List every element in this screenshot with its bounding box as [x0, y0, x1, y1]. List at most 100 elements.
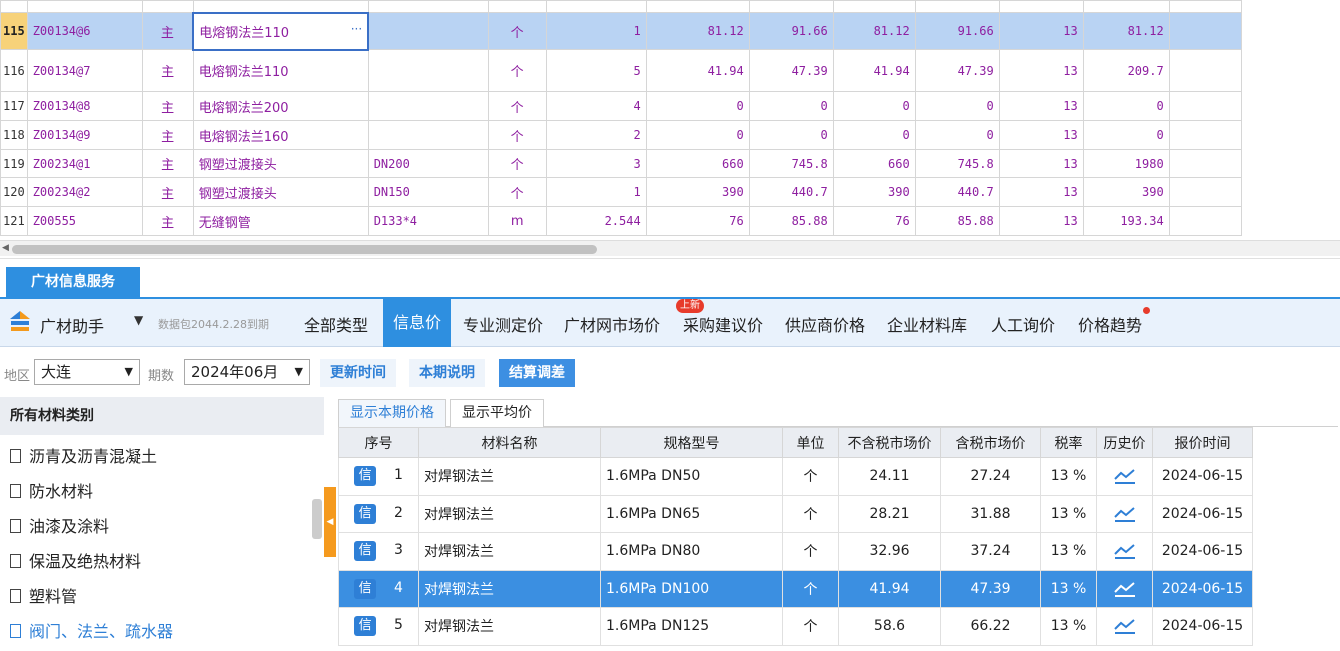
price-inc-tax-cell[interactable]: 31.88 [940, 494, 1041, 533]
trend-chart-icon[interactable] [1113, 617, 1137, 635]
quantity-cell[interactable]: 1 [545, 177, 647, 207]
trend-chart-icon[interactable] [1113, 467, 1137, 485]
quote-date-cell[interactable]: 2024-06-15 [1152, 569, 1253, 608]
material-name-cell[interactable]: 对焊钢法兰 [418, 457, 601, 496]
code-cell[interactable]: Z00555 [26, 206, 143, 236]
main-flag-cell[interactable]: 主 [141, 149, 194, 178]
main-flag-cell[interactable]: 主 [141, 120, 194, 150]
tax-rate-cell[interactable]: 13 % [1040, 532, 1097, 571]
code-cell[interactable]: Z00234@1 [26, 149, 143, 178]
material-name-cell[interactable]: 电熔钢法兰110 ··· [192, 11, 370, 51]
price-inc-tax-cell[interactable]: 27.24 [940, 457, 1041, 496]
unit-cell[interactable]: 个 [782, 494, 839, 533]
main-flag-cell[interactable]: 主 [141, 206, 194, 236]
trend-chart-icon[interactable] [1113, 542, 1137, 560]
unit-cell[interactable]: 个 [487, 149, 547, 178]
tab-purchase-suggestion[interactable]: 采购建议价 [683, 312, 763, 336]
tab-supplier-price[interactable]: 供应商价格 [785, 312, 865, 336]
tab-network-market-price[interactable]: 广材网市场价 [564, 312, 660, 336]
service-tab[interactable]: 广材信息服务 [6, 267, 140, 297]
tab-price-trend[interactable]: 价格趋势 [1078, 312, 1142, 336]
market-ex-tax-cell[interactable]: 0 [832, 120, 916, 150]
price-inc-tax-cell[interactable]: 0 [748, 91, 834, 121]
price-ex-tax-cell[interactable]: 24.11 [838, 457, 941, 496]
price-ex-tax-cell[interactable]: 390 [645, 177, 750, 207]
column-header[interactable]: 序号 [338, 427, 419, 458]
table-row[interactable]: 118 Z00134@9 主 电熔钢法兰160 个 2 0 0 0 0 13 0 [0, 120, 1242, 150]
price-inc-tax-cell[interactable]: 440.7 [748, 177, 834, 207]
market-ex-tax-cell[interactable]: 390 [832, 177, 916, 207]
table-row[interactable]: 121 Z00555 主 无缝钢管 D133*4 m 2.544 76 85.88 76 85.88… [0, 206, 1242, 236]
tax-rate-cell[interactable]: 13 % [1040, 457, 1097, 496]
price-inc-tax-cell[interactable]: 91.66 [748, 12, 834, 50]
column-header[interactable]: 税率 [1040, 427, 1097, 458]
spec-cell[interactable]: D133*4 [367, 206, 489, 236]
column-header[interactable]: 含税市场价 [940, 427, 1041, 458]
category-scrollbar[interactable] [312, 499, 322, 539]
total-cell[interactable]: 0 [1082, 91, 1170, 121]
spec-cell[interactable]: DN150 [367, 177, 489, 207]
total-cell[interactable]: 209.7 [1082, 49, 1170, 92]
chevron-down-icon[interactable]: ▼ [134, 313, 143, 327]
market-inc-tax-cell[interactable]: 440.7 [914, 177, 1000, 207]
quantity-cell[interactable]: 5 [545, 49, 647, 92]
column-header[interactable]: 历史价 [1096, 427, 1153, 458]
tab-manual-inquiry[interactable]: 人工询价 [991, 312, 1055, 336]
price-inc-tax-cell[interactable]: 85.88 [748, 206, 834, 236]
price-ex-tax-cell[interactable]: 81.12 [645, 12, 750, 50]
price-inc-tax-cell[interactable]: 0 [748, 120, 834, 150]
category-item[interactable]: 油漆及涂料 [0, 509, 310, 544]
market-inc-tax-cell[interactable]: 85.88 [914, 206, 1000, 236]
tax-rate-cell[interactable]: 13 [998, 49, 1084, 92]
main-flag-cell[interactable]: 主 [141, 91, 194, 121]
tab-average-price[interactable]: 显示平均价 [450, 399, 544, 427]
market-inc-tax-cell[interactable]: 0 [914, 91, 1000, 121]
price-ex-tax-cell[interactable]: 660 [645, 149, 750, 178]
code-cell[interactable]: Z00234@2 [26, 177, 143, 207]
column-header[interactable]: 材料名称 [418, 427, 601, 458]
unit-cell[interactable]: m [487, 206, 547, 236]
quantity-cell[interactable]: 2.544 [545, 206, 647, 236]
total-cell[interactable]: 0 [1082, 120, 1170, 150]
table-row[interactable] [0, 0, 1242, 13]
unit-cell[interactable]: 个 [487, 12, 547, 50]
spec-cell[interactable]: 1.6MPa DN80 [600, 532, 783, 571]
update-time-button[interactable]: 更新时间 [320, 359, 396, 387]
material-name-cell[interactable]: 电熔钢法兰110 [192, 49, 369, 92]
table-row[interactable]: 120 Z00234@2 主 钢塑过渡接头 DN150 个 1 390 440.7 390 440.… [0, 177, 1242, 207]
table-row[interactable]: 116 Z00134@7 主 电熔钢法兰110 个 5 41.94 47.39 41.94 47.… [0, 49, 1242, 92]
main-flag-cell[interactable]: 主 [141, 49, 194, 92]
price-inc-tax-cell[interactable]: 47.39 [748, 49, 834, 92]
category-item-selected[interactable]: 阀门、法兰、疏水器 [0, 614, 310, 649]
column-header[interactable]: 不含税市场价 [838, 427, 941, 458]
tax-rate-cell[interactable]: 13 [998, 91, 1084, 121]
tax-rate-cell[interactable]: 13 % [1040, 569, 1097, 608]
quantity-cell[interactable]: 2 [545, 120, 647, 150]
unit-cell[interactable]: 个 [487, 120, 547, 150]
scroll-left-icon[interactable]: ◀ [2, 243, 9, 253]
category-item[interactable]: 防水材料 [0, 474, 310, 509]
market-ex-tax-cell[interactable]: 0 [832, 91, 916, 121]
history-price-cell[interactable] [1096, 607, 1153, 646]
tab-professional-price[interactable]: 专业测定价 [463, 312, 543, 336]
price-ex-tax-cell[interactable]: 41.94 [838, 569, 941, 608]
table-row[interactable]: 信 2 对焊钢法兰 1.6MPa DN65 个 28.21 31.88 13 % 2024-0… [338, 494, 1253, 533]
horizontal-scrollbar[interactable]: ◀ [0, 240, 1340, 256]
column-header[interactable]: 报价时间 [1152, 427, 1253, 458]
code-cell[interactable]: Z00134@9 [26, 120, 143, 150]
market-inc-tax-cell[interactable]: 91.66 [914, 12, 1000, 50]
price-ex-tax-cell[interactable]: 41.94 [645, 49, 750, 92]
quote-date-cell[interactable]: 2024-06-15 [1152, 457, 1253, 496]
tax-rate-cell[interactable]: 13 [998, 149, 1084, 178]
table-row-selected[interactable]: 信 4 对焊钢法兰 1.6MPa DN100 个 41.94 47.39 13 % 2024-… [338, 569, 1253, 608]
code-cell[interactable]: Z00134@7 [26, 49, 143, 92]
tax-rate-cell[interactable]: 13 [998, 12, 1084, 50]
spec-cell[interactable] [367, 120, 489, 150]
unit-cell[interactable]: 个 [487, 177, 547, 207]
category-item[interactable]: 保温及绝热材料 [0, 544, 310, 579]
tab-info-price[interactable]: 信息价 [383, 299, 452, 347]
total-cell[interactable]: 1980 [1082, 149, 1170, 178]
code-cell[interactable]: Z00134@6 [26, 12, 143, 50]
spec-cell[interactable]: 1.6MPa DN125 [600, 607, 783, 646]
tab-all-types[interactable]: 全部类型 [304, 312, 368, 336]
